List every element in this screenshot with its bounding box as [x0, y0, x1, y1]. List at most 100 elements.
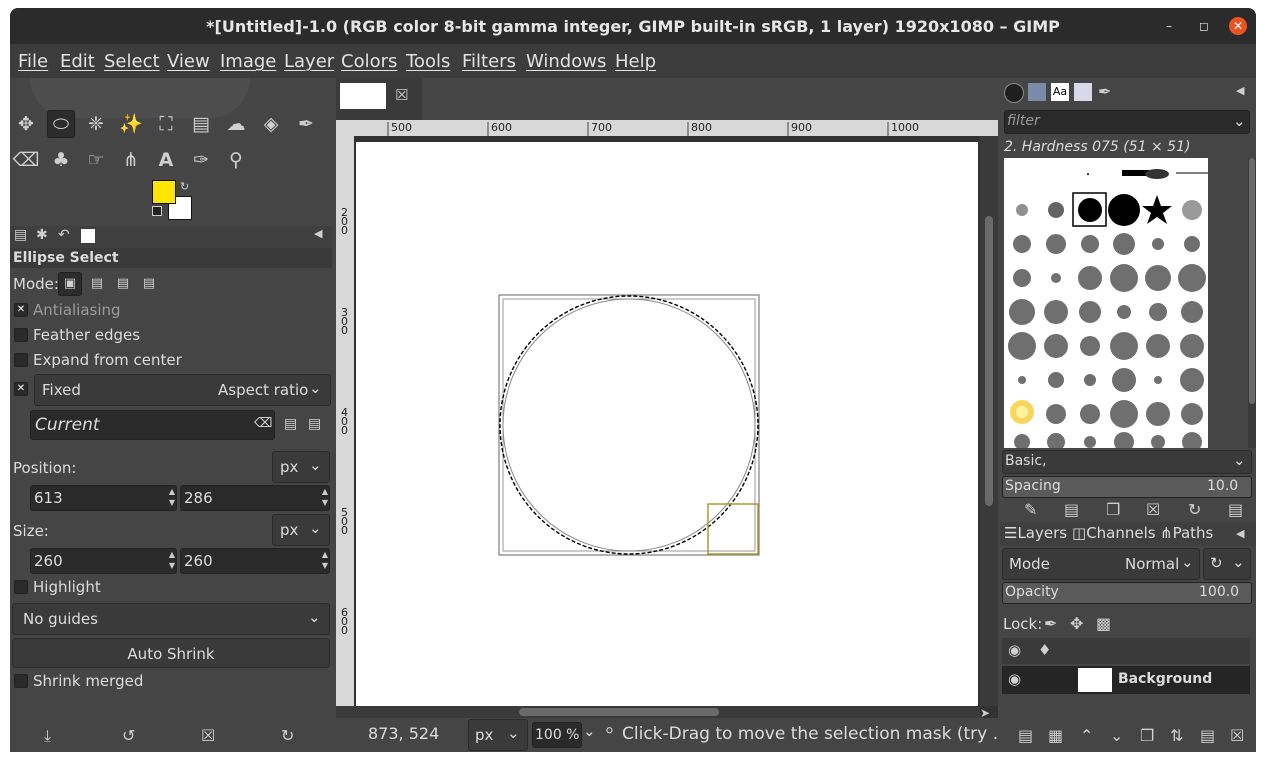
mask-layer-icon[interactable]: ▤	[1200, 726, 1215, 745]
mode-add-icon[interactable]: ▤	[85, 272, 109, 296]
document-icon[interactable]: ▤	[284, 416, 297, 432]
auto-shrink-button[interactable]: Auto Shrink	[12, 638, 330, 668]
layer-row[interactable]: ◉ Background	[1002, 666, 1250, 694]
bucket-fill-tool-icon[interactable]: ◈	[257, 110, 285, 138]
layer-mode-select[interactable]: Mode Normal ⌄	[1002, 548, 1200, 580]
spin-arrows-icon[interactable]: ▲ ▼	[322, 486, 328, 508]
menu-layer[interactable]: Layer	[284, 51, 334, 72]
transform-tool-icon[interactable]: ▤	[187, 110, 215, 138]
duplicate-brush-icon[interactable]: ❐	[1106, 500, 1120, 519]
mode-subtract-icon[interactable]: ▤	[111, 272, 135, 296]
menu-colors[interactable]: Colors	[341, 51, 397, 72]
menu-edit[interactable]: Edit	[60, 51, 95, 72]
restore-options-icon[interactable]: ↺	[122, 726, 135, 745]
image-canvas[interactable]	[356, 142, 978, 706]
navigate-icon[interactable]: ➤	[980, 706, 998, 720]
brush-filter-input[interactable]: filter ⌄	[1004, 110, 1250, 134]
eye-icon[interactable]: ◉	[1008, 670, 1021, 688]
warp-tool-icon[interactable]: ☁	[222, 110, 250, 138]
edit-brush-icon[interactable]: ✎	[1024, 500, 1037, 519]
close-tab-icon[interactable]: ☒	[395, 86, 408, 104]
current-input[interactable]: Current ⌫	[30, 410, 275, 440]
unit-select[interactable]: px ⌄	[468, 719, 528, 751]
swap-colors-icon[interactable]: ↻	[180, 180, 189, 193]
brush-grid[interactable]	[1004, 158, 1208, 448]
spacing-slider[interactable]: Spacing 10.0	[1002, 476, 1252, 498]
open-brush-icon[interactable]: ▤	[1228, 500, 1243, 519]
lock-pixels-icon[interactable]: ✒	[1044, 614, 1057, 633]
position-y-input[interactable]: 286 ▲ ▼	[180, 485, 330, 511]
menu-file[interactable]: File	[18, 51, 48, 72]
raise-layer-icon[interactable]: ⌃	[1080, 726, 1093, 745]
dock-menu-icon[interactable]: ◀	[1236, 527, 1244, 540]
text-tool-icon[interactable]: A	[152, 146, 180, 174]
fuzzy-select-tool-icon[interactable]: ✨	[117, 110, 145, 138]
feather-checkbox[interactable]	[14, 328, 28, 342]
clone-tool-icon[interactable]: ♣	[47, 146, 75, 174]
fixed-dropdown[interactable]: Fixed Aspect ratio ⌄	[34, 374, 331, 406]
vertical-scrollbar[interactable]	[980, 136, 998, 706]
delete-options-icon[interactable]: ☒	[201, 726, 215, 745]
highlight-checkbox[interactable]	[14, 580, 28, 594]
brush-grid-scroll-thumb[interactable]	[1249, 158, 1255, 404]
brush-preset-dropdown[interactable]: Basic, ⌄	[1002, 450, 1252, 474]
spin-arrows-icon[interactable]: ▲ ▼	[169, 549, 175, 571]
menu-help[interactable]: Help	[615, 51, 656, 72]
position-unit-select[interactable]: px ⌄	[272, 451, 330, 483]
new-brush-icon[interactable]: ▤	[1064, 500, 1079, 519]
layer-composite-select[interactable]: ↻ ⌄	[1203, 548, 1251, 580]
fonts-tab-icon[interactable]: Aa	[1051, 83, 1069, 101]
size-h-input[interactable]: 260 ▲ ▼	[180, 548, 330, 574]
zoom-corner-icon[interactable]	[980, 120, 998, 136]
tab-layers[interactable]: ☰Layers	[1004, 524, 1067, 542]
opacity-slider[interactable]: Opacity 100.0	[1002, 582, 1252, 604]
duplicate-layer-icon[interactable]: ❐	[1140, 726, 1154, 745]
color-picker-tool-icon[interactable]: ✑	[187, 146, 215, 174]
minimize-icon[interactable]: –	[1160, 17, 1178, 35]
layer-name[interactable]: Background	[1118, 671, 1212, 687]
zoom-input[interactable]: 100 %	[532, 722, 582, 748]
new-layer-group-icon[interactable]: ▦	[1048, 726, 1063, 745]
images-tab-icon[interactable]	[81, 229, 95, 243]
maximize-icon[interactable]: ◻	[1195, 17, 1213, 35]
brushes-tab-icon[interactable]	[1004, 83, 1024, 103]
size-unit-select[interactable]: px ⌄	[272, 514, 330, 546]
brush-grid-scrollbar[interactable]	[1248, 158, 1256, 448]
patterns-tab-icon[interactable]	[1028, 83, 1046, 101]
new-layer-icon[interactable]: ▤	[1018, 726, 1033, 745]
menu-select[interactable]: Select	[104, 51, 160, 72]
horizontal-scrollbar[interactable]	[354, 706, 980, 718]
menu-view[interactable]: View	[167, 51, 210, 72]
mode-intersect-icon[interactable]: ▤	[137, 272, 161, 296]
clear-icon[interactable]: ⌫	[254, 416, 272, 431]
foreground-color-swatch[interactable]	[152, 180, 176, 204]
quick-mask-corner[interactable]	[336, 120, 354, 136]
paintbrush-tool-icon[interactable]: ✒	[292, 110, 320, 138]
position-x-input[interactable]: 613 ▲ ▼	[30, 485, 177, 511]
horizontal-scroll-thumb[interactable]	[519, 708, 719, 716]
menu-filters[interactable]: Filters	[462, 51, 516, 72]
eraser-tool-icon[interactable]: ⌫	[12, 146, 40, 174]
menu-tools[interactable]: Tools	[406, 51, 450, 72]
vertical-scroll-thumb[interactable]	[985, 216, 993, 506]
move-tool-icon[interactable]: ✥	[12, 110, 40, 138]
dock-menu-icon[interactable]: ◀	[1236, 84, 1244, 97]
delete-brush-icon[interactable]: ☒	[1146, 500, 1160, 519]
tab-paths[interactable]: ⋔Paths	[1160, 524, 1213, 542]
menu-image[interactable]: Image	[220, 51, 276, 72]
device-status-tab-icon[interactable]: ✱	[36, 227, 48, 243]
antialiasing-checkbox[interactable]: ✕	[14, 303, 28, 317]
menu-windows[interactable]: Windows	[526, 51, 606, 72]
storage-icon[interactable]: ▤	[308, 416, 321, 432]
paint-dynamics-tab-icon[interactable]: ✒	[1098, 82, 1111, 101]
fixed-checkbox[interactable]: ✕	[14, 382, 28, 396]
anchor-layer-icon[interactable]: ⇅	[1170, 726, 1183, 745]
spin-arrows-icon[interactable]: ▲ ▼	[322, 549, 328, 571]
size-w-input[interactable]: 260 ▲ ▼	[30, 548, 177, 574]
guides-dropdown[interactable]: No guides ⌄	[12, 603, 330, 635]
paths-tool-icon[interactable]: ⋔	[117, 146, 145, 174]
panel-menu-icon[interactable]: ◀	[314, 227, 322, 240]
delete-layer-icon[interactable]: ☒	[1230, 726, 1244, 745]
lock-position-icon[interactable]: ✥	[1070, 614, 1083, 633]
tool-options-tab-icon[interactable]: ▤	[14, 227, 27, 243]
